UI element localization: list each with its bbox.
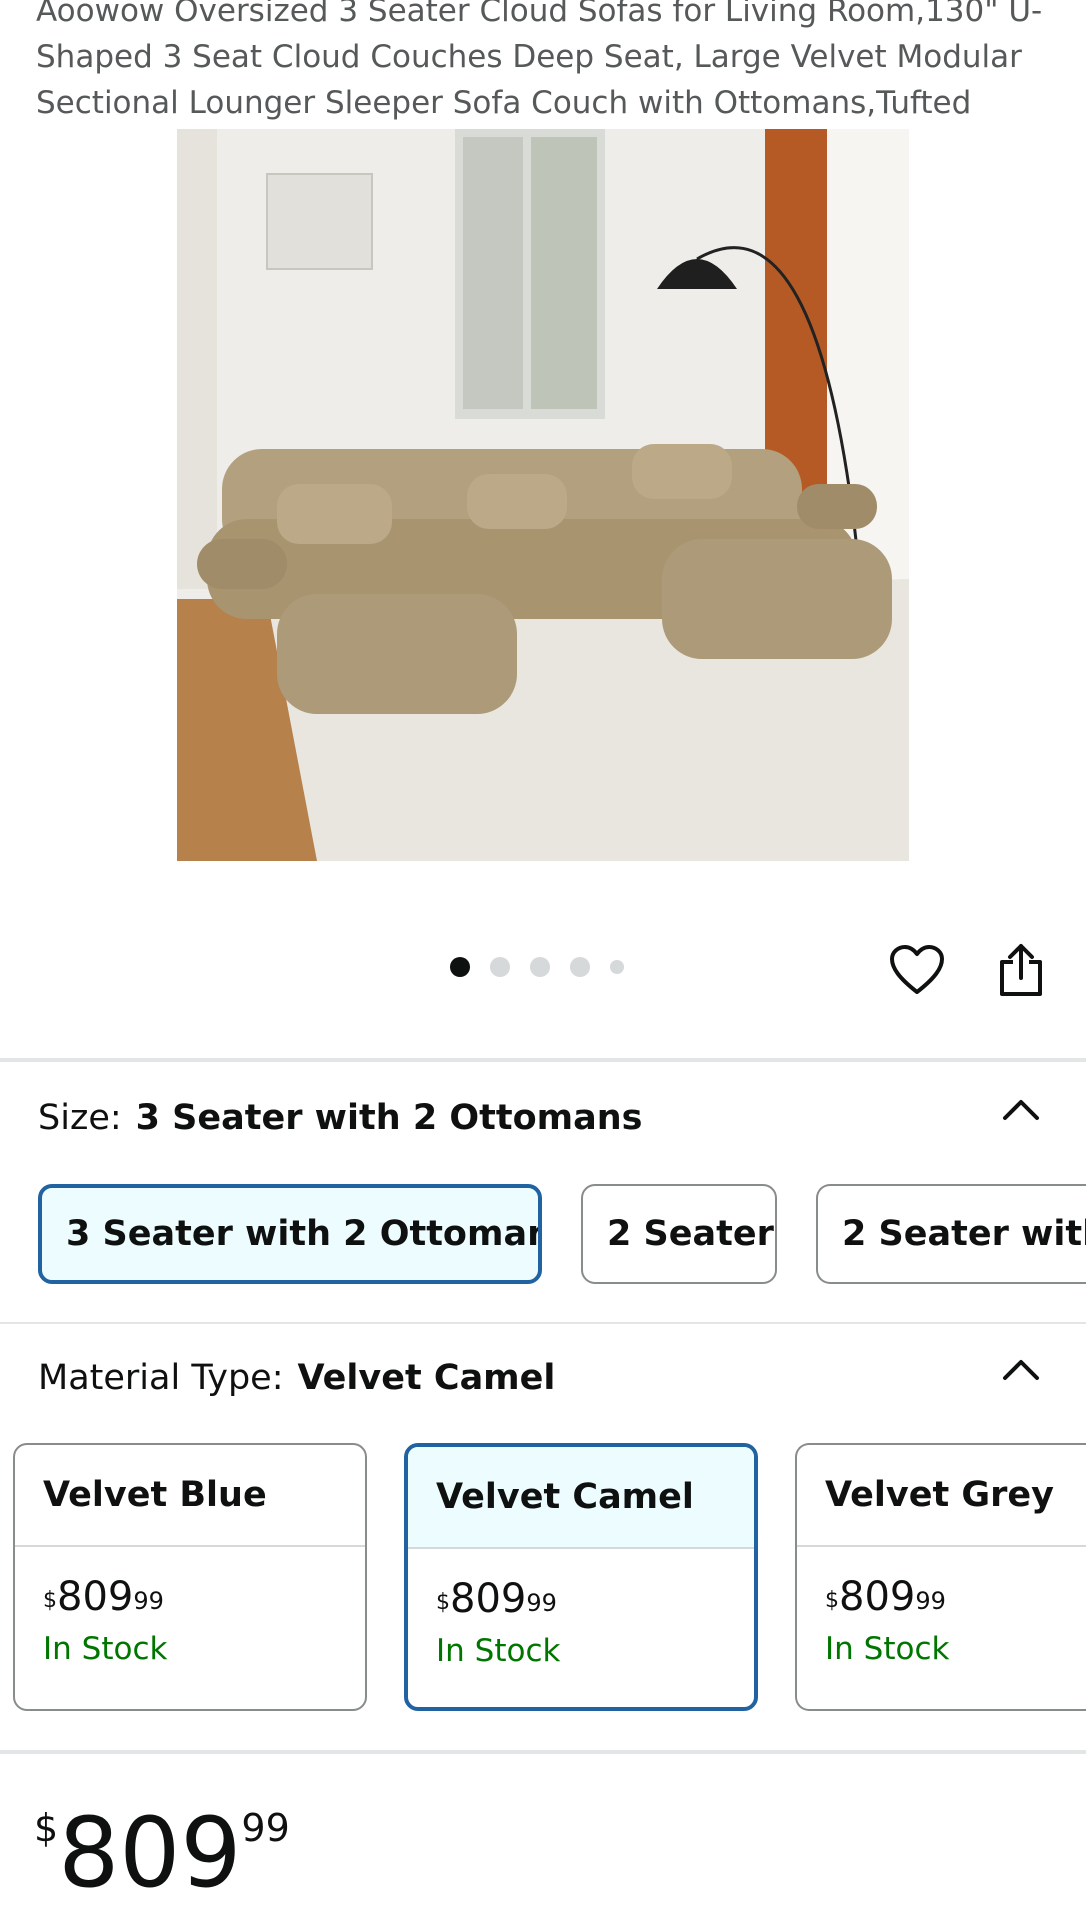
currency-symbol: $: [825, 1588, 839, 1613]
chevron-up-icon: [1003, 1360, 1039, 1380]
price-fraction: 99: [133, 1587, 164, 1615]
material-option-price: $80999: [436, 1577, 754, 1621]
pager-dot[interactable]: [490, 957, 510, 977]
material-selected-value: Velvet Camel: [297, 1358, 556, 1398]
price-whole: 809: [450, 1576, 527, 1622]
availability-text: In Stock: [825, 1631, 950, 1667]
material-option-name: Velvet Blue: [15, 1445, 365, 1547]
favorite-button[interactable]: [887, 940, 947, 1000]
material-option-card[interactable]: Velvet Camel $80999 In Stock: [404, 1443, 758, 1711]
heart-icon: [890, 945, 944, 994]
pager-dot[interactable]: [530, 957, 550, 977]
share-icon: [1000, 944, 1042, 996]
material-option-price: $80999: [43, 1575, 365, 1619]
price-whole: 809: [58, 1797, 242, 1909]
pager-dot[interactable]: [450, 957, 470, 977]
share-button[interactable]: [991, 940, 1051, 1000]
availability-text: In Stock: [43, 1631, 168, 1667]
image-pager[interactable]: [450, 957, 624, 977]
pager-dot[interactable]: [570, 957, 590, 977]
product-title: Aoowow Oversized 3 Seater Cloud Sofas fo…: [36, 0, 1043, 121]
main-price: $80999: [34, 1798, 290, 1908]
price-whole: 809: [57, 1574, 134, 1620]
sofa-photo: [177, 129, 909, 861]
divider: [0, 1322, 1086, 1324]
currency-symbol: $: [436, 1590, 450, 1615]
material-option-card[interactable]: Velvet Blue $80999 In Stock: [13, 1443, 367, 1711]
price-whole: 809: [839, 1574, 916, 1620]
size-selected-value: 3 Seater with 2 Ottomans: [135, 1098, 643, 1138]
currency-symbol: $: [43, 1588, 57, 1613]
size-option[interactable]: 2 Seater with: [816, 1184, 1086, 1284]
availability-text: In Stock: [436, 1633, 561, 1669]
currency-symbol: $: [34, 1806, 59, 1850]
price-fraction: 99: [915, 1587, 946, 1615]
divider: [0, 1750, 1086, 1754]
size-option-label: 2 Seater: [607, 1214, 774, 1254]
chevron-up-icon: [1003, 1100, 1039, 1120]
material-label: Material Type:: [38, 1358, 284, 1398]
size-option[interactable]: 3 Seater with 2 Ottomans: [38, 1184, 542, 1284]
size-label: Size:: [38, 1098, 122, 1138]
size-option-label: 2 Seater with: [842, 1214, 1086, 1254]
product-image[interactable]: [177, 129, 909, 861]
size-option-label: 3 Seater with 2 Ottomans: [66, 1214, 542, 1254]
size-selector-header[interactable]: Size: 3 Seater with 2 Ottomans: [38, 1098, 642, 1138]
material-collapse-button[interactable]: [996, 1350, 1046, 1390]
material-option-name: Velvet Grey: [797, 1445, 1086, 1547]
divider: [0, 1058, 1086, 1062]
pager-dot[interactable]: [610, 960, 624, 974]
material-option-name: Velvet Camel: [408, 1447, 754, 1549]
size-option[interactable]: 2 Seater: [581, 1184, 777, 1284]
material-option-card[interactable]: Velvet Grey $80999 In Stock: [795, 1443, 1086, 1711]
price-fraction: 99: [241, 1806, 290, 1850]
size-collapse-button[interactable]: [996, 1090, 1046, 1130]
material-option-price: $80999: [825, 1575, 1086, 1619]
price-fraction: 99: [526, 1589, 557, 1617]
material-selector-header[interactable]: Material Type: Velvet Camel: [38, 1358, 555, 1398]
